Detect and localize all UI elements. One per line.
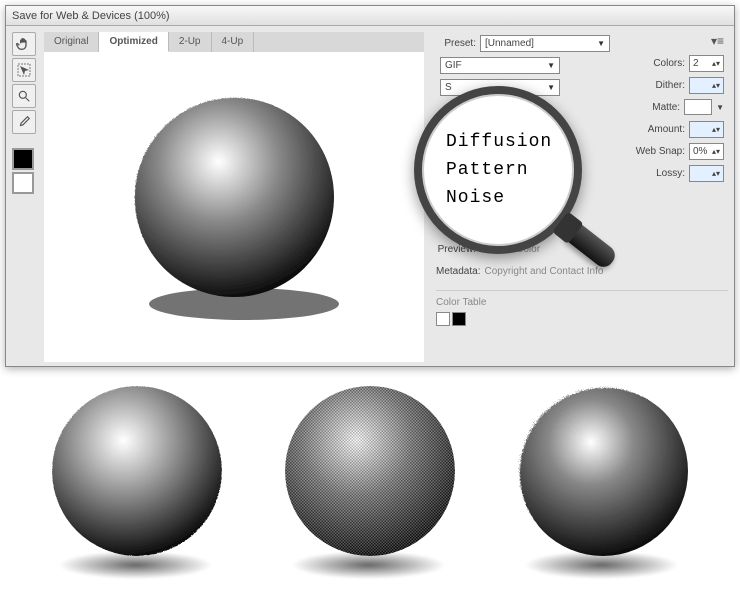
preview-panel: Original Optimized 2-Up 4-Up xyxy=(44,32,424,360)
metadata-label: Metadata: xyxy=(436,266,480,277)
amount-spinner[interactable]: ▴▾ xyxy=(689,121,724,138)
metadata-value: Copyright and Contact Info xyxy=(484,266,603,277)
color-table-label: Color Table xyxy=(436,297,486,308)
websnap-spinner[interactable]: 0%▴▾ xyxy=(689,143,724,160)
window-title: Save for Web & Devices (100%) xyxy=(6,6,734,26)
tab-original[interactable]: Original xyxy=(44,32,99,52)
example-pattern xyxy=(275,381,465,571)
save-for-web-window: Save for Web & Devices (100%) Original O… xyxy=(5,5,735,367)
dither-label: Dither: xyxy=(641,80,685,91)
tab-2up[interactable]: 2-Up xyxy=(169,32,212,52)
preset-dropdown[interactable]: [Unnamed]▼ xyxy=(480,35,610,52)
amount-label: Amount: xyxy=(641,124,685,135)
dither-examples xyxy=(0,381,740,571)
panel-menu-icon[interactable]: ▾≡ xyxy=(711,34,724,48)
tools-column xyxy=(12,32,38,360)
color-table-swatch[interactable] xyxy=(452,312,466,326)
slice-select-tool[interactable] xyxy=(12,58,36,82)
zoom-tool[interactable] xyxy=(12,84,36,108)
format-dropdown[interactable]: GIF▼ xyxy=(440,57,560,74)
background-swatch[interactable] xyxy=(12,172,34,194)
lossy-spinner[interactable]: ▴▾ xyxy=(689,165,724,182)
reduction-value: S xyxy=(445,80,452,95)
hand-tool[interactable] xyxy=(12,32,36,56)
preview-tabs: Original Optimized 2-Up 4-Up xyxy=(44,32,424,52)
settings-panel: ▾≡ Preset: [Unnamed]▼ GIF▼ S▼ Preview: xyxy=(430,32,728,360)
preview-canvas xyxy=(44,52,424,362)
foreground-swatch[interactable] xyxy=(12,148,34,170)
websnap-label: Web Snap: xyxy=(635,146,685,157)
eyedropper-tool[interactable] xyxy=(12,110,36,134)
preview-value: Monitor Color xyxy=(480,244,540,255)
matte-label: Matte: xyxy=(636,102,680,113)
tab-4up[interactable]: 4-Up xyxy=(212,32,255,52)
reduction-dropdown[interactable]: S▼ xyxy=(440,79,560,96)
dither-spinner[interactable]: ▴▾ xyxy=(689,77,724,94)
preset-value: [Unnamed] xyxy=(485,36,534,51)
example-diffusion xyxy=(42,381,232,571)
colors-spinner[interactable]: 2▴▾ xyxy=(689,55,724,72)
preset-label: Preset: xyxy=(436,38,476,49)
color-table-swatch[interactable] xyxy=(436,312,450,326)
tab-optimized[interactable]: Optimized xyxy=(99,32,168,52)
lossy-label: Lossy: xyxy=(641,168,685,179)
colors-label: Colors: xyxy=(641,58,685,69)
preview-row-label: Preview: xyxy=(436,244,476,255)
format-value: GIF xyxy=(445,58,462,73)
matte-swatch[interactable] xyxy=(684,99,712,115)
preview-sphere-image xyxy=(109,82,359,332)
example-noise xyxy=(508,381,698,571)
